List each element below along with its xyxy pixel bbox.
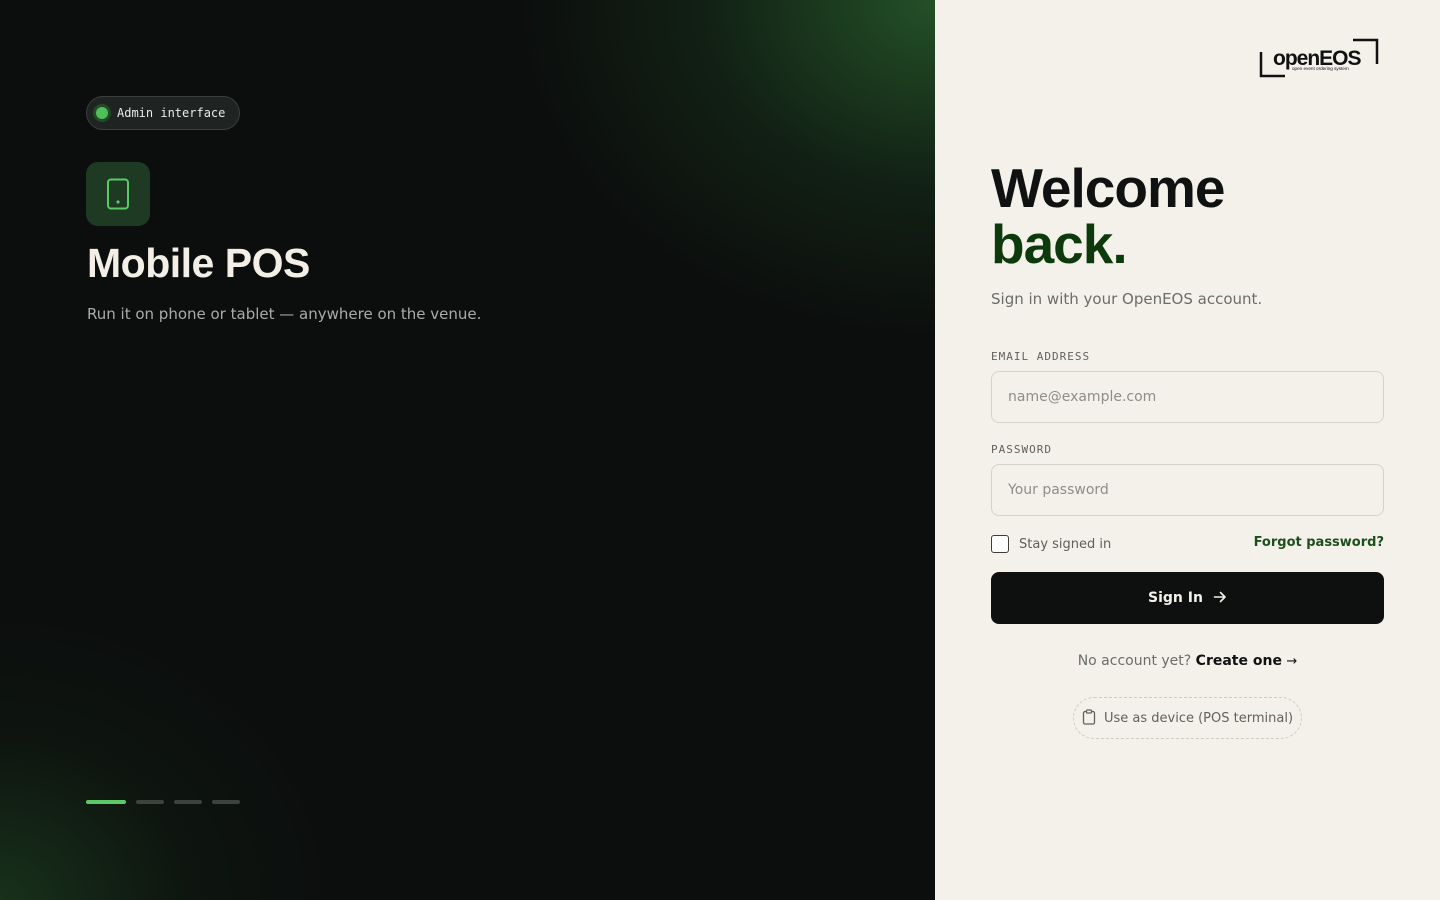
stay-signed-in-label: Stay signed in bbox=[1019, 536, 1112, 552]
email-label: EMAIL ADDRESS bbox=[991, 350, 1091, 363]
email-field[interactable] bbox=[991, 371, 1384, 423]
carousel-dot-2[interactable] bbox=[136, 800, 164, 804]
feature-title: Mobile POS bbox=[87, 240, 310, 286]
carousel-dot-4[interactable] bbox=[212, 800, 240, 804]
create-account-row: No account yet? Create one → bbox=[991, 653, 1384, 669]
sign-in-subtitle: Sign in with your OpenEOS account. bbox=[991, 290, 1263, 308]
create-account-prompt: No account yet? bbox=[1077, 653, 1192, 669]
tablet-icon bbox=[86, 162, 150, 226]
use-as-device-label: Use as device (POS terminal) bbox=[1103, 710, 1294, 726]
status-dot-icon bbox=[96, 107, 108, 119]
stay-signed-in-option[interactable]: Stay signed in bbox=[991, 535, 1111, 553]
create-account-link[interactable]: Create one bbox=[1196, 653, 1282, 669]
password-label: PASSWORD bbox=[991, 443, 1052, 456]
carousel-dot-1[interactable] bbox=[86, 800, 126, 804]
logo-tagline: open event ordering system bbox=[1292, 66, 1349, 71]
sign-in-panel: openEOS open event ordering system Welco… bbox=[935, 0, 1440, 900]
stay-signed-in-checkbox[interactable] bbox=[991, 535, 1009, 553]
sign-in-button[interactable]: Sign In bbox=[991, 572, 1384, 624]
feature-showcase-panel: Admin interface Mobile POS Run it on pho… bbox=[0, 0, 935, 900]
heading-line-1: Welcome bbox=[991, 157, 1225, 219]
openeos-logo: openEOS open event ordering system bbox=[1259, 38, 1379, 78]
carousel-dot-3[interactable] bbox=[174, 800, 202, 804]
clipboard-device-icon bbox=[1082, 708, 1096, 728]
heading-line-2: back. bbox=[991, 213, 1128, 275]
use-as-device-button[interactable]: Use as device (POS terminal) bbox=[1073, 697, 1302, 739]
forgot-password-link[interactable]: Forgot password? bbox=[1254, 535, 1384, 550]
login-screen: Admin interface Mobile POS Run it on pho… bbox=[0, 0, 1440, 900]
badge-label: Admin interface bbox=[117, 106, 226, 120]
carousel-indicator bbox=[86, 800, 240, 804]
password-field[interactable] bbox=[991, 464, 1384, 516]
admin-interface-badge: Admin interface bbox=[86, 96, 241, 130]
feature-subtitle: Run it on phone or tablet — anywhere on … bbox=[87, 305, 482, 323]
arrow-right-icon: → bbox=[1286, 654, 1298, 669]
welcome-heading: Welcome back. bbox=[991, 157, 1225, 275]
arrow-right-icon bbox=[1213, 590, 1227, 607]
sign-in-label: Sign In bbox=[1148, 590, 1203, 606]
